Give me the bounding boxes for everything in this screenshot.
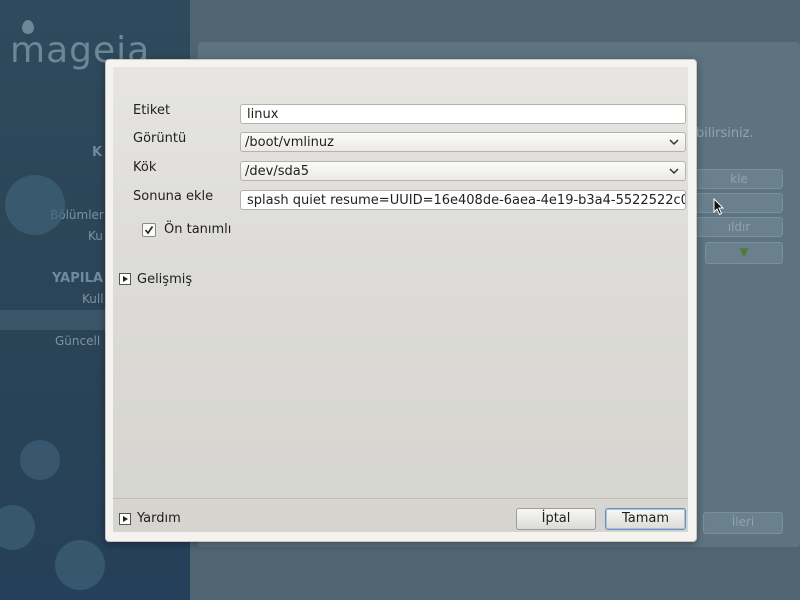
dialog-content: Etiket linux Görüntü /boot/vmlinuz Kök /… bbox=[113, 67, 688, 532]
flower-decoration-icon bbox=[0, 505, 35, 550]
sidebar-heading-partial: K bbox=[92, 145, 103, 160]
footer-divider bbox=[113, 498, 688, 499]
default-checkbox-label[interactable]: Ön tanımlı bbox=[164, 222, 231, 237]
expander-arrow-icon[interactable] bbox=[119, 273, 131, 285]
green-arrow-down-icon: ▼ bbox=[739, 245, 749, 259]
image-field-label: Görüntü bbox=[133, 131, 187, 146]
installer-remove-button[interactable]: ıldır bbox=[695, 217, 783, 237]
default-checkbox[interactable] bbox=[142, 223, 156, 237]
expander-arrow-icon[interactable] bbox=[119, 513, 131, 525]
ok-button[interactable]: Tamam bbox=[605, 508, 686, 530]
flower-decoration-icon bbox=[20, 440, 60, 480]
flower-decoration-icon bbox=[5, 175, 65, 235]
checkmark-icon bbox=[144, 226, 154, 235]
cancel-button[interactable]: İptal bbox=[516, 508, 596, 530]
installer-move-down-button[interactable]: ▼ bbox=[705, 242, 783, 264]
installer-hint-partial: bilirsiniz. bbox=[696, 126, 754, 141]
append-input[interactable]: splash quiet resume=UUID=16e408de-6aea-4… bbox=[240, 190, 686, 210]
sidebar-item-kull: Kull bbox=[82, 292, 104, 306]
root-combo[interactable]: /dev/sda5 bbox=[240, 161, 686, 181]
root-field-label: Kök bbox=[133, 160, 157, 175]
sidebar-heading-yapilandir: YAPILA bbox=[52, 271, 103, 286]
installer-add-button[interactable]: kle bbox=[695, 169, 783, 189]
installer-modify-button[interactable] bbox=[695, 193, 783, 213]
chevron-down-icon bbox=[669, 139, 679, 146]
sidebar-item-guncell: Güncell bbox=[55, 334, 101, 348]
image-combo[interactable]: /boot/vmlinuz bbox=[240, 132, 686, 152]
help-expander[interactable]: Yardım bbox=[137, 511, 181, 526]
image-combo-value: /boot/vmlinuz bbox=[245, 135, 334, 150]
mouse-pointer-icon bbox=[713, 198, 725, 216]
installer-next-button[interactable]: İleri bbox=[703, 512, 783, 534]
root-combo-value: /dev/sda5 bbox=[245, 164, 309, 179]
advanced-expander[interactable]: Gelişmiş bbox=[137, 272, 192, 287]
flower-decoration-icon bbox=[55, 540, 105, 590]
bootloader-entry-dialog: Etiket linux Görüntü /boot/vmlinuz Kök /… bbox=[105, 59, 697, 542]
append-field-label: Sonuna ekle bbox=[133, 189, 214, 204]
label-input[interactable]: linux bbox=[240, 104, 686, 124]
sidebar-item-ku: Ku bbox=[88, 229, 103, 243]
chevron-down-icon bbox=[669, 168, 679, 175]
label-field-label: Etiket bbox=[133, 103, 171, 118]
